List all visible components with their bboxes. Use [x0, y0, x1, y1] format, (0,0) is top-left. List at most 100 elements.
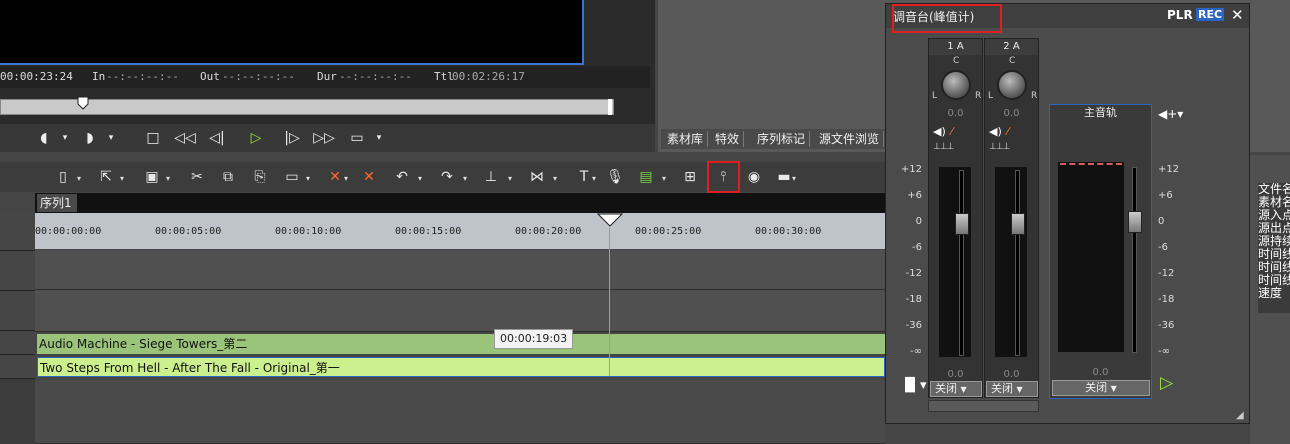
- ripple-delete-icon[interactable]: ✕: [358, 167, 380, 187]
- paste-icon[interactable]: ⎘: [249, 167, 271, 187]
- mute-icon[interactable]: ⁄: [1007, 125, 1009, 138]
- scrub-end-marker: [608, 99, 612, 115]
- fader-handle[interactable]: [1011, 213, 1025, 235]
- video-track-lane[interactable]: [35, 290, 885, 332]
- timeline-toolbar: ▯ ▾ ⇱ ▾ ▣ ▾ ✂ ⧉ ⎘ ▭ ▾ ✕ ▾ ✕ ↶ ▾ ↷ ▾ ⊥ ▾ ⋈ ▾ T ▾ 🎙 …: [0, 162, 890, 192]
- fader-track[interactable]: [959, 170, 964, 356]
- save-dropdown[interactable]: ▾: [166, 174, 170, 183]
- fader-value: 0.0: [947, 369, 964, 380]
- mute-icon[interactable]: ⁄: [951, 125, 953, 138]
- play-icon[interactable]: ▷: [1160, 373, 1173, 393]
- new-dropdown[interactable]: ▾: [77, 174, 81, 183]
- in-label: In: [92, 70, 106, 83]
- tab-source-browser[interactable]: 源文件浏览: [815, 131, 885, 147]
- ruler-label: 00:00:30:00: [755, 226, 822, 237]
- plr-label[interactable]: PLR: [1167, 8, 1193, 22]
- timeline-ruler[interactable]: 00:00:00:00 00:00:05:00 00:00:10:00 00:0…: [35, 213, 885, 249]
- grid-icon[interactable]: ⊞: [679, 167, 701, 187]
- rewind-icon[interactable]: ◁◁: [172, 128, 198, 148]
- track-header[interactable]: [0, 331, 35, 355]
- channel-mode-select[interactable]: 关闭 ▼: [986, 381, 1038, 397]
- speaker-settings-icon[interactable]: ◀+▾: [1158, 107, 1183, 121]
- split-dropdown[interactable]: ▾: [508, 174, 512, 183]
- step-back-icon[interactable]: ◁|: [205, 128, 229, 148]
- render-dropdown[interactable]: ▾: [662, 174, 666, 183]
- mark-out-dropdown[interactable]: ▾: [106, 128, 116, 148]
- save-icon[interactable]: ▣: [141, 167, 163, 187]
- track-header[interactable]: [0, 213, 35, 251]
- pan-knob[interactable]: [997, 70, 1027, 100]
- master-mode-select[interactable]: 关闭 ▼: [1052, 380, 1150, 396]
- redo-icon[interactable]: ↷: [436, 167, 458, 187]
- playhead-handle[interactable]: [597, 213, 623, 227]
- automation-icon[interactable]: ⊥⊥⊥: [989, 142, 1011, 152]
- rec-label[interactable]: REC: [1196, 8, 1225, 21]
- speaker-icon[interactable]: ◀): [933, 125, 946, 138]
- import-icon[interactable]: ⇱: [95, 167, 117, 187]
- fader-track[interactable]: [1015, 170, 1020, 356]
- meter-settings-icon[interactable]: ▐▌▾: [900, 378, 927, 393]
- pan-knob[interactable]: [941, 70, 971, 100]
- undo-icon[interactable]: ↶: [391, 167, 413, 187]
- insert-dropdown[interactable]: ▾: [306, 174, 310, 183]
- track-header[interactable]: [0, 251, 35, 291]
- mark-in-dropdown[interactable]: ▾: [60, 128, 70, 148]
- copy-icon[interactable]: ⧉: [217, 167, 239, 187]
- speaker-icon[interactable]: ◀): [989, 125, 1002, 138]
- new-icon[interactable]: ▯: [52, 167, 74, 187]
- chevron-down-icon: ▼: [1016, 385, 1023, 394]
- master-level-meter: [1058, 162, 1124, 352]
- close-icon[interactable]: ✕: [1231, 6, 1244, 24]
- transition-icon[interactable]: ⋈: [526, 167, 548, 187]
- audio-clip[interactable]: Audio Machine - Siege Towers_第二: [37, 334, 885, 354]
- insert-icon[interactable]: ▭: [281, 167, 303, 187]
- mixer-title-highlight: [892, 4, 1002, 33]
- delete-icon[interactable]: ✕: [324, 167, 346, 187]
- scale-label: -36: [905, 320, 922, 331]
- track-header[interactable]: [0, 291, 35, 331]
- play-icon[interactable]: ▷: [244, 128, 268, 148]
- undo-dropdown[interactable]: ▾: [418, 174, 422, 183]
- color-wheel-icon[interactable]: ◉: [743, 167, 765, 187]
- scrub-bar[interactable]: [0, 99, 614, 115]
- sequence-tab[interactable]: 序列1: [37, 194, 77, 212]
- fader-handle[interactable]: [955, 213, 969, 235]
- delete-dropdown[interactable]: ▾: [344, 174, 348, 183]
- empty-track-area[interactable]: [35, 380, 885, 444]
- tab-effects[interactable]: 特效: [711, 131, 745, 147]
- title-dropdown[interactable]: ▾: [592, 174, 596, 183]
- track-header[interactable]: [0, 355, 35, 379]
- mark-in-icon[interactable]: ◖: [36, 128, 52, 148]
- scale-label: -6: [1158, 242, 1168, 253]
- microphone-icon[interactable]: 🎙: [604, 167, 626, 187]
- tab-sequence-markers[interactable]: 序列标记: [753, 131, 811, 147]
- mark-out-icon[interactable]: ◗: [82, 128, 98, 148]
- master-strip: 主音轨 0.0 关闭 ▼: [1049, 104, 1152, 399]
- fast-forward-icon[interactable]: ▷▷: [311, 128, 337, 148]
- redo-dropdown[interactable]: ▾: [463, 174, 467, 183]
- stop-icon[interactable]: □: [143, 128, 163, 148]
- loop-dropdown[interactable]: ▾: [374, 128, 384, 148]
- loop-icon[interactable]: ▭: [346, 128, 368, 148]
- video-track-lane[interactable]: [35, 250, 885, 290]
- step-forward-icon[interactable]: |▷: [280, 128, 304, 148]
- horizontal-scrollbar[interactable]: [928, 400, 1039, 412]
- chevron-down-icon: ▼: [1110, 384, 1117, 393]
- scale-label: -∞: [910, 346, 922, 357]
- import-dropdown[interactable]: ▾: [120, 174, 124, 183]
- transition-dropdown[interactable]: ▾: [553, 174, 557, 183]
- automation-icon[interactable]: ⊥⊥⊥: [933, 142, 955, 152]
- split-icon[interactable]: ⊥: [480, 167, 502, 187]
- window-dropdown[interactable]: ▾: [792, 174, 796, 183]
- audio-clip[interactable]: Two Steps From Hell - After The Fall - O…: [37, 357, 885, 377]
- master-fader-track[interactable]: [1132, 167, 1137, 353]
- render-icon[interactable]: ▤: [635, 167, 657, 187]
- ruler-label: 00:00:25:00: [635, 226, 702, 237]
- tab-bin[interactable]: 素材库: [663, 131, 709, 147]
- mixer-button-highlight[interactable]: [707, 161, 740, 193]
- master-fader-handle[interactable]: [1128, 211, 1142, 233]
- scrub-handle[interactable]: [77, 96, 89, 110]
- channel-mode-select[interactable]: 关闭 ▼: [930, 381, 982, 397]
- cut-icon[interactable]: ✂: [186, 167, 208, 187]
- resize-grip-icon[interactable]: ◢: [1236, 410, 1244, 421]
